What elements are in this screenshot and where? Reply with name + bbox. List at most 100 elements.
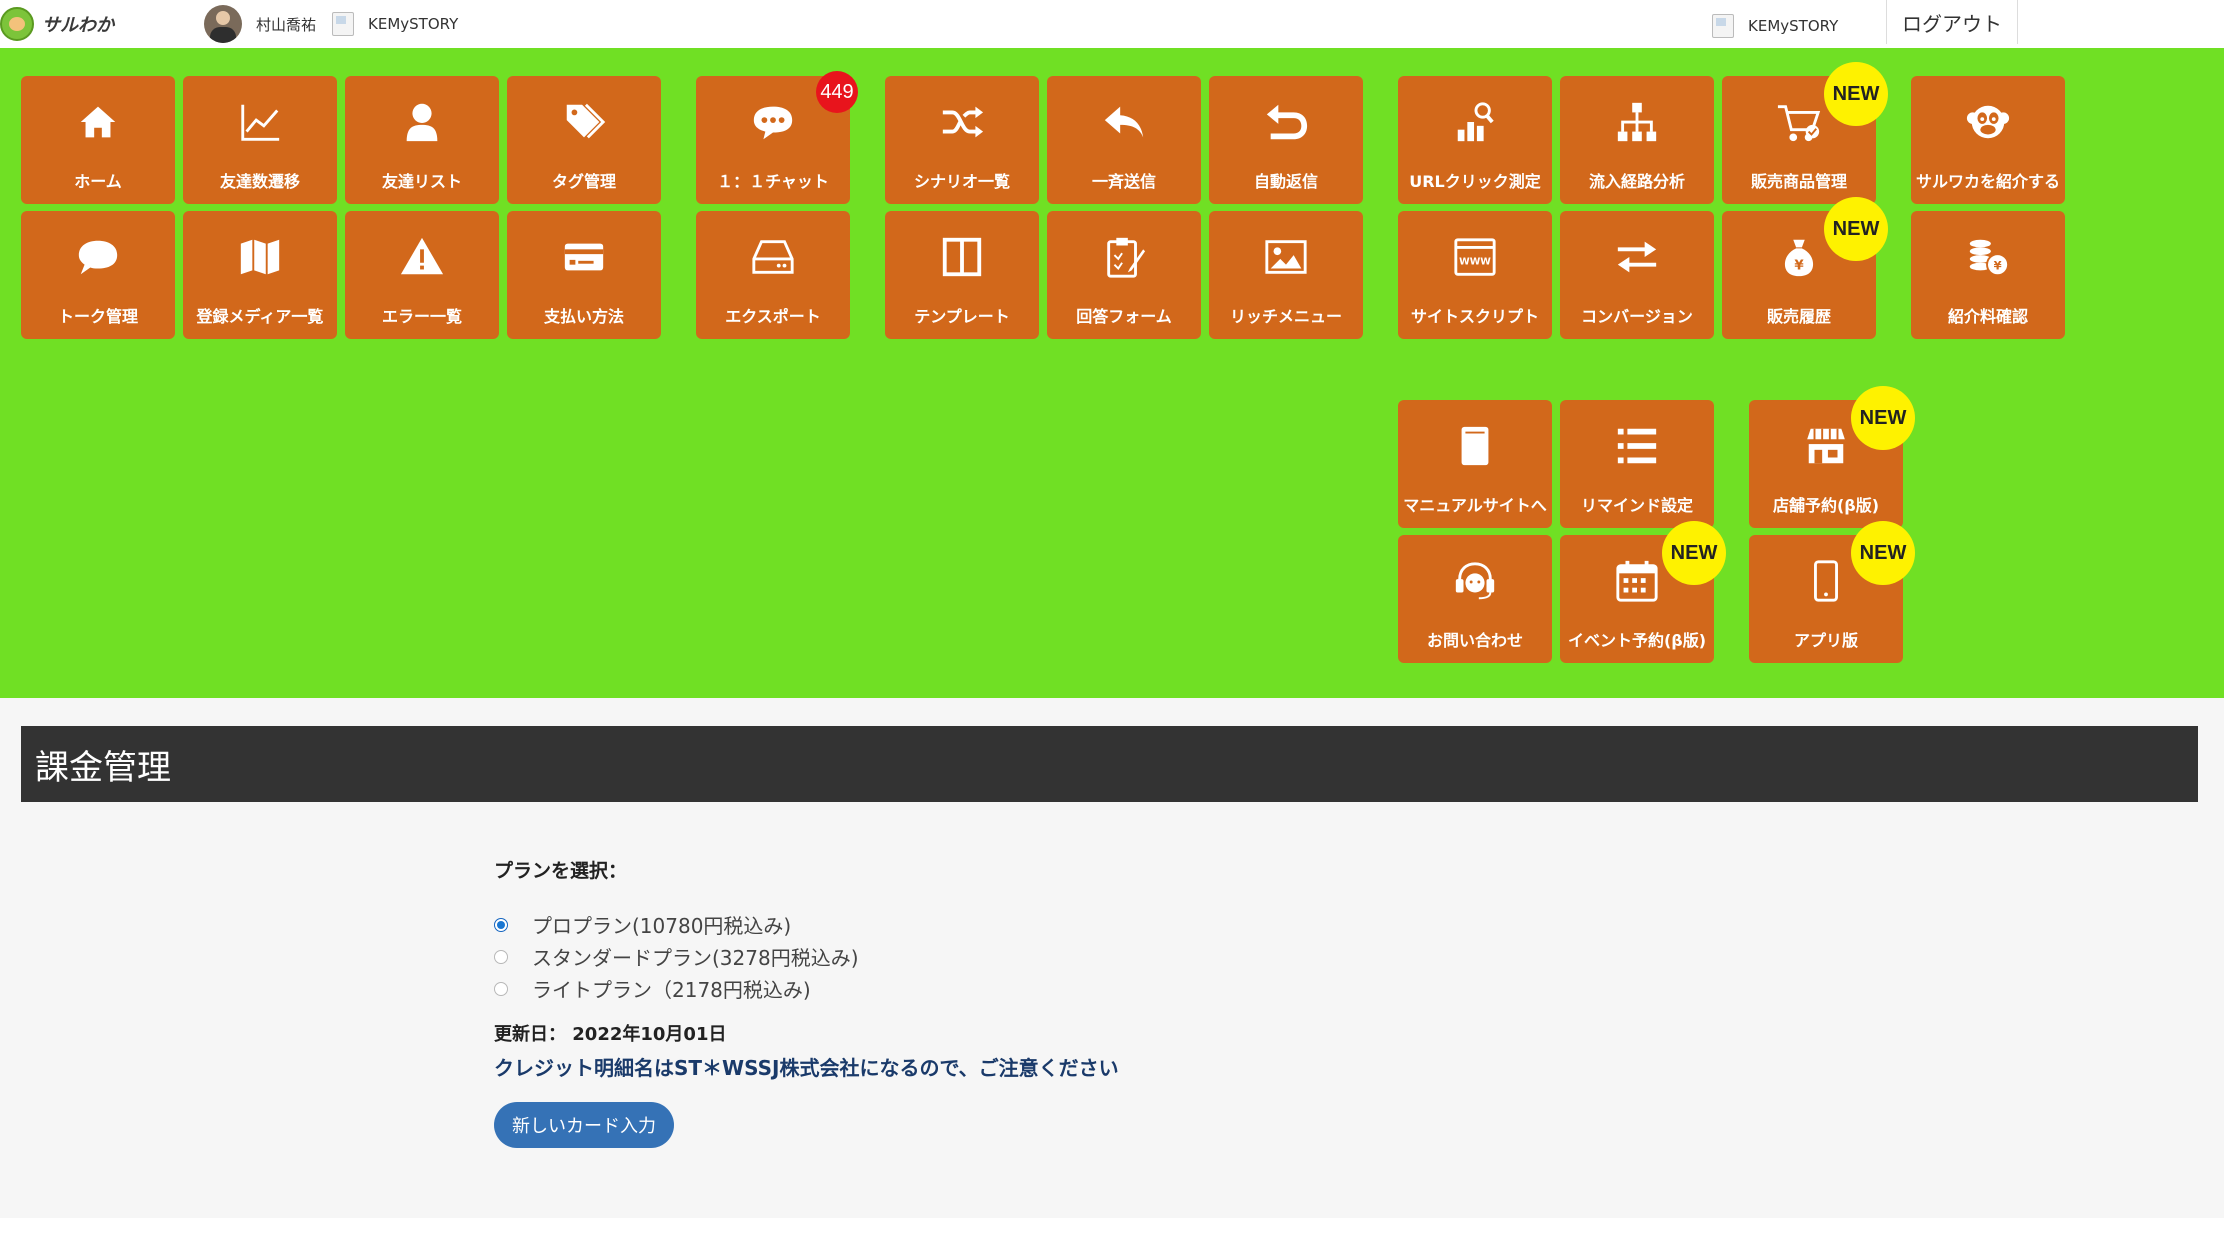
new-badge: NEW	[1851, 521, 1915, 585]
plan-option-light[interactable]: ライトプラン（2178円税込み)	[494, 974, 811, 1003]
svg-text:WWW: WWW	[1459, 257, 1491, 268]
book-icon	[1461, 426, 1489, 466]
monkey-icon	[1966, 105, 2010, 139]
smartphone-icon	[1814, 560, 1838, 602]
tile-answer-form[interactable]: 回答フォーム	[1047, 211, 1201, 339]
logout-button[interactable]: ログアウト	[1886, 0, 2018, 44]
tile-label: 自動返信	[1253, 172, 1318, 191]
tags-icon	[566, 103, 606, 139]
cart-icon	[1777, 105, 1821, 142]
tile-label: 紹介料確認	[1947, 307, 2028, 326]
tile-label: ホーム	[74, 172, 122, 191]
page-title: 課金管理	[35, 748, 171, 788]
avatar	[204, 5, 242, 43]
plan-option-pro[interactable]: プロプラン(10780円税込み)	[494, 910, 791, 939]
account-left-name: KEMySTORY	[368, 15, 459, 33]
tile-label: エラー一覧	[381, 307, 462, 326]
tile-home[interactable]: ホーム	[21, 76, 175, 204]
account-left[interactable]: KEMySTORY	[332, 12, 458, 36]
tile-manual-site[interactable]: マニュアルサイトへ	[1398, 400, 1552, 528]
unread-count-badge: 449	[816, 71, 858, 113]
tile-introduce[interactable]: サルワカを紹介する	[1911, 76, 2065, 204]
plan-label: ライトプラン（2178円税込み)	[532, 978, 811, 1002]
tile-label: 販売履歴	[1766, 307, 1831, 326]
new-badge: NEW	[1851, 386, 1915, 450]
tile-label: URLクリック測定	[1409, 172, 1541, 191]
tile-label: タグ管理	[551, 172, 616, 191]
undo-icon	[1266, 104, 1308, 140]
logo[interactable]: サルわか	[0, 6, 114, 42]
svg-text:¥: ¥	[1994, 258, 2002, 272]
tile-label: リマインド設定	[1580, 496, 1693, 515]
tile-site-script[interactable]: WWW サイトスクリプト	[1398, 211, 1552, 339]
shuffle-icon	[942, 106, 984, 138]
plan-radio-standard[interactable]	[494, 949, 508, 964]
updated-value: 2022年10月01日	[572, 1024, 727, 1045]
section-header: 課金管理	[21, 726, 2198, 802]
tile-media-list[interactable]: 登録メディア一覧	[183, 211, 337, 339]
line-chart-icon	[241, 104, 280, 141]
user-name: 村山喬祐	[256, 15, 317, 34]
user-profile[interactable]: 村山喬祐	[204, 4, 316, 44]
tile-label: コンバージョン	[1581, 307, 1693, 326]
monkey-logo-icon	[0, 7, 34, 41]
tile-template[interactable]: テンプレート	[885, 211, 1039, 339]
account-image-icon	[332, 12, 354, 36]
tile-label: 店舗予約(β版)	[1772, 496, 1880, 515]
tile-remind[interactable]: リマインド設定	[1560, 400, 1714, 528]
tile-talk-manage[interactable]: トーク管理	[21, 211, 175, 339]
clipboard-edit-icon	[1107, 237, 1146, 278]
tile-contact[interactable]: お問い合わせ	[1398, 535, 1552, 663]
tile-label: 一斉送信	[1091, 172, 1156, 191]
tile-label: マニュアルサイトへ	[1403, 496, 1547, 515]
account-right[interactable]: KEMySTORY	[1712, 14, 1838, 38]
tile-label: 流入経路分析	[1588, 172, 1685, 191]
plan-option-standard[interactable]: スタンダードプラン(3278円税込み)	[494, 942, 859, 971]
tile-error-list[interactable]: エラー一覧	[345, 211, 499, 339]
reply-icon	[1104, 106, 1144, 138]
sitemap-icon	[1617, 102, 1657, 142]
tile-label: １：１チャット	[717, 172, 829, 191]
tile-traffic-analysis[interactable]: 流入経路分析	[1560, 76, 1714, 204]
top-bar: サルわか 村山喬祐 KEMySTORY KEMySTORY ログアウト	[0, 0, 2224, 48]
logo-text: サルわか	[42, 15, 114, 36]
tile-export[interactable]: エクスポート	[696, 211, 850, 339]
new-card-button[interactable]: 新しいカード入力	[494, 1102, 674, 1148]
chat-bubble-icon	[753, 106, 793, 140]
tile-label: 登録メディア一覧	[196, 307, 324, 326]
bar-chart-search-icon	[1457, 102, 1494, 142]
tile-conversion[interactable]: コンバージョン	[1560, 211, 1714, 339]
tile-broadcast[interactable]: 一斉送信	[1047, 76, 1201, 204]
tile-tag-manage[interactable]: タグ管理	[507, 76, 661, 204]
store-icon	[1806, 428, 1846, 464]
warning-icon	[400, 237, 444, 275]
tile-auto-reply[interactable]: 自動返信	[1209, 76, 1363, 204]
plan-heading: プランを選択：	[494, 860, 628, 882]
plan-radio-pro[interactable]	[494, 917, 508, 932]
map-icon	[240, 239, 280, 275]
person-icon	[406, 103, 438, 142]
tile-rich-menu[interactable]: リッチメニュー	[1209, 211, 1363, 339]
menu-grid: ホーム 友達数遷移 友達リスト タグ管理 １：１チャット シナリオ一覧 一斉送信…	[0, 48, 2224, 698]
image-icon	[1265, 240, 1307, 274]
tile-scenario-list[interactable]: シナリオ一覧	[885, 76, 1039, 204]
columns-icon	[942, 237, 982, 277]
tile-label: 回答フォーム	[1076, 307, 1172, 326]
tile-referral-check[interactable]: ¥ 紹介料確認	[1911, 211, 2065, 339]
new-badge: NEW	[1824, 197, 1888, 261]
tile-url-click[interactable]: URLクリック測定	[1398, 76, 1552, 204]
tile-label: シナリオ一覧	[913, 172, 1010, 191]
tile-label: アプリ版	[1793, 631, 1858, 650]
calendar-icon	[1616, 560, 1658, 602]
plan-radio-light[interactable]	[494, 981, 508, 996]
tile-payment-method[interactable]: 支払い方法	[507, 211, 661, 339]
tile-label: テンプレート	[914, 307, 1010, 326]
billing-section: 課金管理 プランを選択： プロプラン(10780円税込み) スタンダードプラン(…	[0, 698, 2224, 1218]
home-icon	[80, 106, 116, 138]
new-badge: NEW	[1662, 521, 1726, 585]
tile-label: サルワカを紹介する	[1915, 172, 2060, 191]
tile-friend-list[interactable]: 友達リスト	[345, 76, 499, 204]
svg-text:¥: ¥	[1794, 258, 1804, 273]
plan-label: プロプラン(10780円税込み)	[532, 914, 792, 938]
tile-friend-growth[interactable]: 友達数遷移	[183, 76, 337, 204]
